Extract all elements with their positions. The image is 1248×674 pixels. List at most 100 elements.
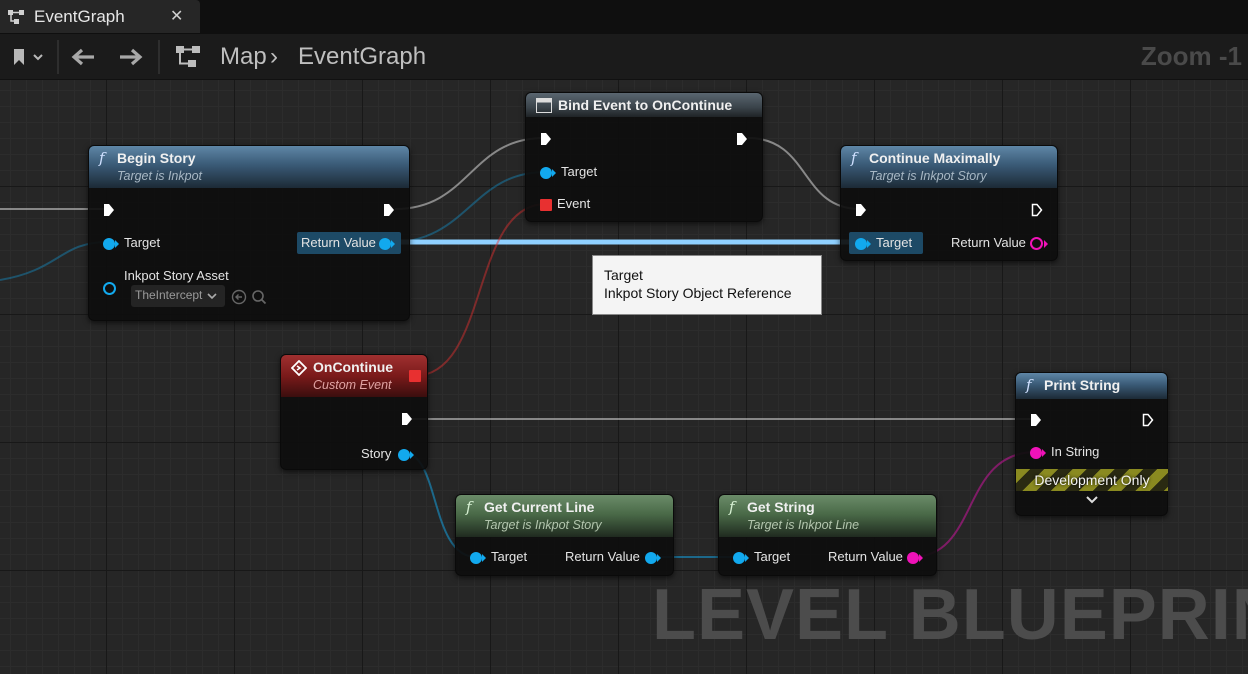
return-value-pin[interactable] [379,238,391,250]
return-value-pin[interactable] [1030,237,1043,250]
story-label: Story [361,446,392,461]
hierarchy-icon [176,46,200,67]
exec-out-pin[interactable] [401,412,413,426]
node-continue-maximally[interactable]: f Continue Maximally Target is Inkpot St… [840,145,1058,261]
function-icon: f [466,498,472,516]
target-pin[interactable] [855,238,867,250]
toolbar-divider [57,40,59,74]
node-print-string[interactable]: f Print String In String Development Onl… [1015,372,1168,516]
target-label: Target [876,235,913,250]
tab-label: EventGraph [34,7,125,26]
target-label: Target [491,549,528,564]
node-begin-story[interactable]: f Begin Story Target is Inkpot Target Re… [88,145,410,321]
exec-out-pin[interactable] [1142,413,1154,427]
node-bind-event[interactable]: Bind Event to OnContinue Target Event [525,92,763,222]
tooltip-type: Inkpot Story Object Reference [604,285,792,301]
exec-in-pin[interactable] [540,132,552,146]
node-subtitle: Target is Inkpot Story [869,169,987,183]
node-header: f Print String [1016,373,1167,399]
node-title: Bind Event to OnContinue [558,97,733,113]
asset-value: TheIntercept [135,288,203,302]
pin-arrow [482,554,486,562]
pin-arrow [867,240,871,248]
pin-arrow [115,240,119,248]
pin-arrow [552,169,556,177]
story-pin[interactable] [398,449,410,461]
pin-arrow [410,451,414,459]
node-title: Get String [747,499,815,515]
graph-toolbar: Map › EventGraph Zoom -1 [0,34,1248,80]
node-title: Print String [1044,377,1121,393]
graph-icon [8,10,24,24]
use-selected-icon[interactable] [231,289,247,305]
return-value-label: Return Value [565,549,640,564]
target-label: Target [754,549,791,564]
chevron-down-icon[interactable] [1086,496,1098,504]
function-icon: f [851,149,857,167]
graph-hierarchy-button[interactable] [168,34,206,80]
node-subtitle: Custom Event [313,378,392,392]
development-only-banner: Development Only [1016,469,1168,491]
asset-dropdown[interactable]: TheIntercept [131,285,225,307]
breadcrumb-root[interactable]: Map [220,43,267,71]
pin-arrow [657,554,661,562]
node-header: f Begin Story Target is Inkpot [89,146,409,188]
return-value-label: Return Value [828,549,903,564]
browse-icon[interactable] [251,289,267,305]
exec-out-pin[interactable] [383,203,395,217]
breadcrumb-current[interactable]: EventGraph [298,43,426,71]
target-pin[interactable] [733,552,745,564]
exec-out-pin[interactable] [736,132,748,146]
tab-bar: EventGraph ✕ [0,0,1248,34]
back-button[interactable] [64,34,102,80]
function-icon: f [99,149,105,167]
exec-in-pin[interactable] [1030,413,1042,427]
pin-arrow [1042,449,1046,457]
pin-arrow [745,554,749,562]
target-label: Target [124,235,161,250]
exec-in-pin[interactable] [855,203,867,217]
target-pin[interactable] [540,167,552,179]
node-header: f Continue Maximally Target is Inkpot St… [841,146,1057,188]
return-value-pin[interactable] [907,552,919,564]
function-icon: f [1026,376,1032,394]
graph-canvas[interactable]: f Begin Story Target is Inkpot Target Re… [0,80,1248,674]
bookmark-button[interactable] [4,34,50,80]
node-subtitle: Target is Inkpot Line [747,518,860,532]
node-get-current-line[interactable]: f Get Current Line Target is Inkpot Stor… [455,494,674,576]
arrow-right-icon [120,48,143,66]
node-subtitle: Target is Inkpot [117,169,203,183]
event-icon [291,360,307,376]
tab-eventgraph[interactable]: EventGraph ✕ [0,0,200,33]
node-on-continue[interactable]: OnContinue Custom Event Story [280,354,428,470]
return-value-label: Return Value [301,235,376,250]
bookmark-icon [14,49,43,65]
node-get-string[interactable]: f Get String Target is Inkpot Line Targe… [718,494,937,576]
node-title: Continue Maximally [869,150,1001,166]
target-pin[interactable] [103,238,115,250]
return-value-label: Return Value [951,235,1026,250]
development-only-label: Development Only [1034,472,1150,488]
pin-arrow [391,240,395,248]
close-icon[interactable]: ✕ [170,6,183,26]
pin-tooltip: Target Inkpot Story Object Reference [592,255,822,315]
node-header: f Get String Target is Inkpot Line [719,495,936,537]
exec-out-pin[interactable] [1031,203,1043,217]
function-icon: f [729,498,735,516]
exec-in-pin[interactable] [103,203,115,217]
forward-button[interactable] [112,34,150,80]
asset-pin[interactable] [103,282,116,295]
tooltip-title: Target [604,267,643,283]
target-pin[interactable] [470,552,482,564]
zoom-level: Zoom -1 [1140,41,1242,71]
event-pin[interactable] [540,199,552,211]
delegate-output-pin[interactable] [409,370,421,382]
asset-label: Inkpot Story Asset [124,268,229,283]
level-blueprint-watermark: LEVEL BLUEPRINT [652,575,1248,655]
toolbar-divider [158,40,160,74]
in-string-pin[interactable] [1030,447,1042,459]
node-header: Bind Event to OnContinue [526,93,762,117]
in-string-label: In String [1051,444,1100,459]
node-header: f Get Current Line Target is Inkpot Stor… [456,495,673,537]
return-value-pin[interactable] [645,552,657,564]
